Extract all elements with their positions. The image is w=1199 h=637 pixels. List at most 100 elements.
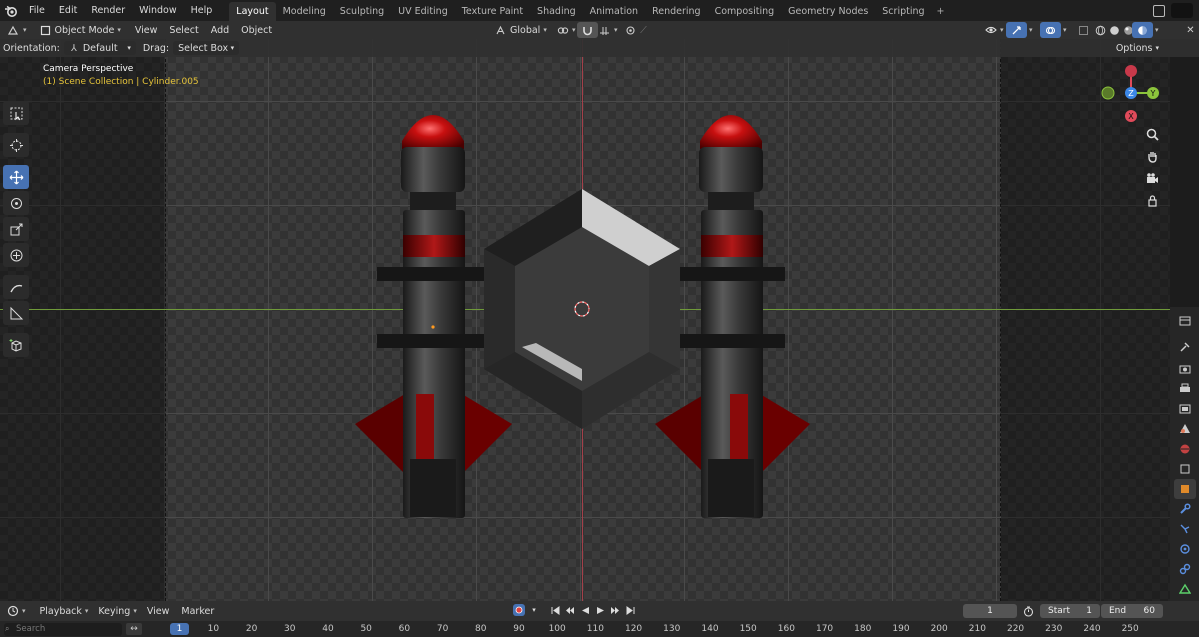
preview-range-toggle[interactable] [1022, 605, 1034, 617]
cursor-tool[interactable] [3, 133, 29, 157]
tab-world[interactable] [1174, 439, 1196, 459]
menu-file[interactable]: File [22, 0, 52, 21]
editor-options-arrow[interactable]: ✕ [1180, 22, 1199, 38]
tab-particles[interactable] [1174, 519, 1196, 539]
shading-dropdown[interactable]: ▾ [1148, 22, 1163, 38]
gizmo-neg-z-ball[interactable] [1125, 65, 1137, 77]
clock-icon [7, 605, 19, 617]
proportional-edit-toggle[interactable]: ⟋ [620, 22, 654, 38]
tab-physics[interactable] [1174, 539, 1196, 559]
end-value: 60 [1143, 606, 1155, 616]
scene-field[interactable] [1171, 3, 1193, 18]
editor-type-icon [7, 24, 20, 37]
tab-data[interactable] [1174, 579, 1196, 599]
tab-scene[interactable] [1174, 419, 1196, 439]
tab-rendering[interactable]: Rendering [645, 2, 708, 21]
menu-playback[interactable]: Playback ▾ [36, 603, 93, 619]
current-frame-field[interactable]: 1 [963, 604, 1017, 618]
tab-render[interactable] [1174, 359, 1196, 379]
menu-marker[interactable]: Marker [177, 603, 218, 619]
auto-key-dropdown[interactable]: ▾ [528, 604, 540, 616]
tab-geometry-nodes[interactable]: Geometry Nodes [781, 2, 875, 21]
editor-type-dropdown[interactable]: ▾ [3, 22, 31, 38]
menu-window[interactable]: Window [132, 0, 183, 21]
jump-end-button[interactable] [624, 604, 636, 616]
snap-target-dropdown[interactable]: ▾ [594, 22, 622, 38]
tab-layout[interactable]: Layout [229, 2, 276, 21]
timeline-header: ▾ Playback ▾ Keying ▾ View Marker ▾ 1 St… [0, 601, 1199, 621]
pan-button[interactable] [1142, 146, 1162, 166]
options-dropdown[interactable]: Options ▾ [1110, 41, 1165, 55]
transform-tool[interactable] [3, 243, 29, 267]
auto-key-button[interactable] [513, 604, 525, 616]
tab-modifiers[interactable] [1174, 499, 1196, 519]
tab-constraints[interactable] [1174, 559, 1196, 579]
menu-object[interactable]: Object [237, 22, 276, 38]
properties-editor-type[interactable] [1174, 311, 1196, 331]
timeline-editor-type[interactable]: ▾ [3, 603, 30, 619]
tab-object[interactable] [1174, 479, 1196, 499]
lock-camera-button[interactable] [1142, 190, 1162, 210]
annotate-tool[interactable] [3, 275, 29, 299]
play-button[interactable] [594, 604, 606, 616]
jump-start-button[interactable] [549, 604, 561, 616]
menu-select[interactable]: Select [165, 22, 202, 38]
tab-output[interactable] [1174, 379, 1196, 399]
scale-tool[interactable] [3, 217, 29, 241]
end-frame-field[interactable]: End 60 [1101, 604, 1163, 618]
play-reverse-button[interactable] [579, 604, 591, 616]
playback-controls: ▾ [513, 604, 636, 616]
blender-logo-icon[interactable] [0, 0, 22, 21]
gizmo-neg-y-ball[interactable] [1101, 86, 1115, 100]
search-input[interactable]: Search [4, 623, 122, 636]
tab-tool[interactable] [1174, 337, 1196, 357]
tab-sculpting[interactable]: Sculpting [333, 2, 391, 21]
tab-shading[interactable]: Shading [530, 2, 583, 21]
tab-uv-editing[interactable]: UV Editing [391, 2, 455, 21]
tab-compositing[interactable]: Compositing [708, 2, 782, 21]
camera-view-button[interactable] [1142, 168, 1162, 188]
scene-icon[interactable] [1153, 4, 1165, 17]
transform-orientation-dropdown[interactable]: Global ▾ [490, 22, 551, 38]
zoom-button[interactable] [1142, 124, 1162, 144]
tab-modeling[interactable]: Modeling [276, 2, 333, 21]
gizmo-dropdown[interactable]: ▾ [1022, 22, 1037, 38]
orientation-label: Global [510, 24, 541, 36]
timeline-ruler[interactable]: Search ⌕ ↔ 1 10 20 30 40 50 60 70 80 90 100 110 120… [0, 621, 1199, 637]
add-cube-tool[interactable] [3, 333, 29, 357]
measure-tool[interactable] [3, 301, 29, 325]
drag-dropdown[interactable]: Select Box ▾ [173, 41, 240, 55]
orientation-dropdown[interactable]: ⅄ Default ▾ [63, 41, 136, 55]
jump-keyframe-back-button[interactable] [564, 604, 576, 616]
menu-timeline-view[interactable]: View [143, 603, 174, 619]
channels-toggle-icon[interactable]: ↔ [126, 623, 142, 635]
tab-animation[interactable]: Animation [583, 2, 645, 21]
start-frame-field[interactable]: Start 1 [1040, 604, 1100, 618]
visibility-dropdown[interactable]: ▾ [980, 22, 1008, 38]
ruler-tick-label: 240 [1083, 624, 1101, 634]
tab-view-layer[interactable] [1174, 399, 1196, 419]
menu-render[interactable]: Render [84, 0, 132, 21]
menu-help[interactable]: Help [184, 0, 220, 21]
options-label: Options [1115, 42, 1153, 54]
add-workspace-button[interactable]: + [932, 2, 950, 21]
move-tool[interactable] [3, 165, 29, 189]
rotate-tool[interactable] [3, 191, 29, 215]
menu-keying[interactable]: Keying ▾ [94, 603, 140, 619]
tab-collection[interactable] [1174, 459, 1196, 479]
select-box-tool[interactable] [3, 101, 29, 125]
mode-dropdown[interactable]: Object Mode ▾ [35, 22, 125, 38]
overlays-dropdown[interactable]: ▾ [1056, 22, 1071, 38]
pivot-dropdown[interactable]: ▾ [552, 22, 580, 38]
playhead-frame-indicator[interactable]: 1 [170, 623, 189, 635]
hexagon-frame[interactable] [484, 189, 680, 429]
ruler-tick-label: 160 [777, 624, 795, 634]
tab-texture-paint[interactable]: Texture Paint [455, 2, 530, 21]
menu-add[interactable]: Add [207, 22, 233, 38]
tab-scripting[interactable]: Scripting [875, 2, 931, 21]
menu-edit[interactable]: Edit [52, 0, 84, 21]
jump-keyframe-forward-button[interactable] [609, 604, 621, 616]
3d-viewport[interactable]: Camera Perspective (1) Scene Collection … [0, 39, 1170, 601]
navigation-gizmo[interactable]: Y Z X [1101, 63, 1161, 123]
menu-view[interactable]: View [131, 22, 162, 38]
